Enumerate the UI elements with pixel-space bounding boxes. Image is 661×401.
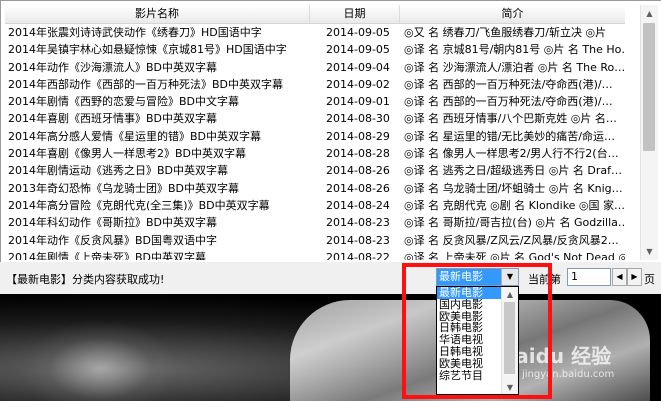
cell-date: 2014-08-29 bbox=[326, 129, 390, 143]
scroll-down-icon[interactable]: ▼ bbox=[641, 243, 658, 260]
cell-date: 2014-08-22 bbox=[326, 250, 390, 260]
cell-date: 2014-08-23 bbox=[326, 216, 390, 230]
cell-summary: ◎译 名 西部的一百万种死法/夺命西(港)/… bbox=[404, 77, 613, 91]
cell-summary: ◎译 名 西部的一百万种死法/夺命西(港)/… bbox=[404, 95, 613, 109]
cell-title: 2014年吴镇宇林心如悬疑惊悚《京城81号》HD国语中字 bbox=[8, 43, 287, 57]
cell-summary: ◎译 名 乌龙骑士团/坏蛆骑士 ◎片 名 Knig… bbox=[404, 181, 623, 195]
list-rows: 2014年张震刘诗诗武侠动作《绣春刀》HD国语中字 2014-09-05 ◎又 名 … bbox=[5, 24, 625, 260]
column-header-summary[interactable]: 简介 bbox=[400, 5, 625, 23]
list-scrollbar[interactable]: ▲ ▼ bbox=[640, 5, 658, 260]
chevron-left-icon[interactable]: ◀ bbox=[612, 268, 627, 286]
cell-summary: ◎译 名 上帝未死 ◎片 名 God's Not Dead ◎… bbox=[404, 250, 625, 260]
status-text: 【最新电影】分类内容获取成功! bbox=[6, 273, 165, 286]
table-row[interactable]: 2014年科幻动作《哥斯拉》BD中英双字幕 2014-08-23 ◎译 名 哥斯拉/… bbox=[5, 214, 625, 231]
smoke-image bbox=[20, 320, 180, 401]
dropdown-option[interactable]: 综艺节目 bbox=[437, 370, 502, 382]
table-row[interactable]: 2014年动作《沙海漂流人》BD中英双字幕 2014-09-04 ◎译 名 沙海漂流… bbox=[5, 59, 625, 76]
category-select[interactable]: 最新电影 ▼ bbox=[436, 268, 519, 286]
movie-list[interactable]: 影片名称 日期 简介 2014年张震刘诗诗武侠动作《绣春刀》HD国语中字 2014… bbox=[0, 0, 661, 262]
dropdown-scrollbar[interactable]: ▲ ▼ bbox=[501, 287, 518, 394]
cell-date: 2014-08-26 bbox=[326, 181, 390, 195]
cell-title: 2013年奇幻恐怖《乌龙骑士团》BD中英双字幕 bbox=[8, 181, 240, 195]
cell-summary: ◎译 名 沙海漂流人/漂泊者 ◎片 名 The Ro… bbox=[404, 60, 625, 74]
cell-date: 2014-09-01 bbox=[326, 95, 390, 109]
dropdown-option[interactable]: 欧美电影 bbox=[437, 311, 502, 323]
page-prefix-label: 当前第 bbox=[528, 273, 561, 286]
cell-title: 2014年剧情《西野的恋爱与冒险》BD中文字幕 bbox=[8, 95, 240, 109]
column-header-date[interactable]: 日期 bbox=[310, 5, 400, 23]
cell-title: 2014年喜剧《像男人一样思考2》BD中英双字幕 bbox=[8, 147, 247, 161]
cell-title: 2014年喜剧《西班牙情事》BD中英双字幕 bbox=[8, 112, 218, 126]
cell-date: 2014-08-26 bbox=[326, 164, 390, 178]
cell-title: 2014年动作《反贪风暴》BD国粤双语中字 bbox=[8, 233, 218, 247]
table-row[interactable]: 2014年高分冒险《克朗代克(全三集)》BD中英双字幕 2014-08-24 ◎译 … bbox=[5, 197, 625, 214]
cell-title: 2014年高分感人爱情《星运里的错》BD中英双字幕 bbox=[8, 129, 262, 143]
cell-summary: ◎译 名 星运里的错/无比美妙的痛苦/命运… bbox=[404, 129, 616, 143]
cell-title: 2014年张震刘诗诗武侠动作《绣春刀》HD国语中字 bbox=[8, 26, 262, 39]
cell-date: 2014-09-05 bbox=[326, 26, 390, 39]
table-row[interactable]: 2014年喜剧《西班牙情事》BD中英双字幕 2014-08-30 ◎译 名 西班牙情… bbox=[5, 110, 625, 127]
table-row[interactable]: 2014年剧情《上帝未死》BD中英双字幕 2014-08-22 ◎译 名 上帝未死 … bbox=[5, 249, 625, 260]
dropdown-options: 最新电影 国内电影 欧美电影 日韩电影 华语电视 日韩电视 欧美电视 综艺节目 bbox=[437, 287, 502, 381]
dropdown-scroll-thumb[interactable] bbox=[504, 302, 515, 374]
table-row[interactable]: 2014年吴镇宇林心如悬疑惊悚《京城81号》HD国语中字 2014-09-05 ◎译… bbox=[5, 41, 625, 58]
cell-date: 2014-08-24 bbox=[326, 198, 390, 212]
page-suffix-label: 页 bbox=[644, 273, 655, 286]
column-header-title[interactable]: 影片名称 bbox=[5, 5, 310, 23]
category-select-value: 最新电影 bbox=[437, 269, 501, 285]
table-row[interactable]: 2014年动作《反贪风暴》BD国粤双语中字 2014-08-23 ◎译 名 反贪风暴… bbox=[5, 232, 625, 249]
scroll-down-icon[interactable]: ▼ bbox=[502, 380, 518, 394]
dropdown-option[interactable]: 日韩电影 bbox=[437, 322, 502, 334]
cell-summary: ◎又 名 绣春刀/飞鱼服绣春刀/斩立决 ◎片 bbox=[404, 26, 607, 39]
dropdown-option[interactable]: 欧美电视 bbox=[437, 358, 502, 370]
cell-date: 2014-08-30 bbox=[326, 112, 390, 126]
cell-title: 2014年剧情《上帝未死》BD中英双字幕 bbox=[8, 250, 207, 260]
cell-title: 2014年剧情运动《逃秀之日》BD中英双字幕 bbox=[8, 164, 229, 178]
table-row[interactable]: 2014年喜剧《像男人一样思考2》BD中英双字幕 2014-08-28 ◎译 名 像… bbox=[5, 145, 625, 162]
table-row[interactable]: 2014年西部动作《西部的一百万种死法》BD中英双字幕 2014-09-02 ◎译 … bbox=[5, 76, 625, 93]
chevron-right-icon[interactable]: ▶ bbox=[627, 268, 642, 286]
table-row[interactable]: 2013年奇幻恐怖《乌龙骑士团》BD中英双字幕 2014-08-26 ◎译 名 乌龙… bbox=[5, 180, 625, 197]
dropdown-option[interactable]: 最新电影 bbox=[437, 287, 502, 299]
cell-summary: ◎译 名 哥斯拉/哥吉拉(台) ◎片 名 Godzilla… bbox=[404, 216, 625, 230]
cell-summary: ◎译 名 西班牙情事/八个巴斯克姓 ◎片 名… bbox=[404, 112, 617, 126]
cell-title: 2014年动作《沙海漂流人》BD中英双字幕 bbox=[8, 60, 218, 74]
cell-summary: ◎译 名 逃秀之日/超级逃秀日 ◎片 名 Draf… bbox=[404, 164, 622, 178]
scroll-thumb[interactable] bbox=[643, 23, 655, 151]
cell-summary: ◎译 名 克朗代克 ◎剧 名 Klondike ◎国 家… bbox=[404, 198, 625, 212]
cell-date: 2014-09-05 bbox=[326, 43, 390, 57]
cell-date: 2014-09-04 bbox=[326, 60, 390, 74]
page-number-input[interactable]: 1 bbox=[567, 268, 611, 286]
scroll-up-icon[interactable]: ▲ bbox=[641, 5, 658, 22]
status-bar: 【最新电影】分类内容获取成功! bbox=[0, 262, 661, 294]
cell-title: 2014年高分冒险《克朗代克(全三集)》BD中英双字幕 bbox=[8, 198, 270, 212]
cell-summary: ◎译 名 京城81号/朝内81号 ◎片 名 The Ho… bbox=[404, 43, 625, 57]
table-row[interactable]: 2014年高分感人爱情《星运里的错》BD中英双字幕 2014-08-29 ◎译 名 … bbox=[5, 128, 625, 145]
list-header: 影片名称 日期 简介 bbox=[5, 5, 625, 24]
cell-summary: ◎译 名 反贪风暴/Z风云/Z风暴/反贪风暴2… bbox=[404, 233, 619, 247]
cell-title: 2014年西部动作《西部的一百万种死法》BD中英双字幕 bbox=[8, 77, 284, 91]
category-dropdown-list[interactable]: 最新电影 国内电影 欧美电影 日韩电影 华语电视 日韩电视 欧美电视 综艺节目 ▲ ▼ bbox=[436, 286, 519, 395]
cell-date: 2014-08-28 bbox=[326, 147, 390, 161]
scroll-up-icon[interactable]: ▲ bbox=[502, 287, 518, 301]
cell-date: 2014-09-02 bbox=[326, 77, 390, 91]
table-row[interactable]: 2014年剧情运动《逃秀之日》BD中英双字幕 2014-08-26 ◎译 名 逃秀之… bbox=[5, 162, 625, 179]
watermark-url: jingyan.baidu.com bbox=[522, 369, 615, 380]
cell-summary: ◎译 名 像男人一样思考2/男人行不行2(台… bbox=[404, 147, 619, 161]
cell-date: 2014-08-23 bbox=[326, 233, 390, 247]
chevron-down-icon[interactable]: ▼ bbox=[501, 269, 518, 285]
dropdown-option[interactable]: 日韩电视 bbox=[437, 346, 502, 358]
dropdown-option[interactable]: 华语电视 bbox=[437, 334, 502, 346]
cell-title: 2014年科幻动作《哥斯拉》BD中英双字幕 bbox=[8, 216, 218, 230]
table-row[interactable]: 2014年张震刘诗诗武侠动作《绣春刀》HD国语中字 2014-09-05 ◎又 名 … bbox=[5, 24, 625, 41]
dropdown-option[interactable]: 国内电影 bbox=[437, 299, 502, 311]
table-row[interactable]: 2014年剧情《西野的恋爱与冒险》BD中文字幕 2014-09-01 ◎译 名 西部… bbox=[5, 93, 625, 110]
